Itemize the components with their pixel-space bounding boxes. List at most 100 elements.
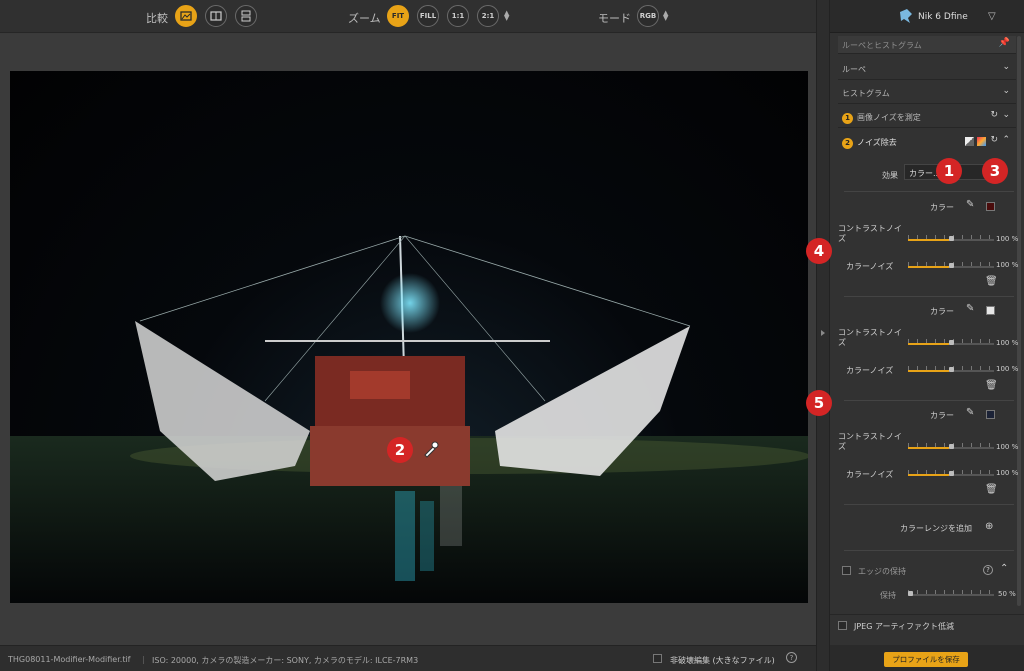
expand-arrow-icon[interactable]: [821, 330, 825, 336]
help-icon[interactable]: ?: [983, 565, 993, 575]
mode-select[interactable]: RGB: [637, 5, 659, 27]
single-view-icon: [180, 11, 192, 21]
color-noise-slider-fill: [908, 266, 950, 268]
zoom-stepper-icon[interactable]: ▲ ▼: [504, 10, 509, 22]
mode-stepper-icon[interactable]: ▲ ▼: [663, 10, 668, 22]
exif-info: ISO: 20000, カメラの製造メーカー: SONY, カメラのモデル: I…: [152, 656, 419, 665]
chevron-down-icon[interactable]: ⌄: [1002, 62, 1010, 72]
color-noise-slider-knob[interactable]: [949, 263, 955, 268]
annotation-badge-1: 1: [936, 158, 962, 184]
preserve-value: 50 %: [998, 590, 1016, 598]
color-method-icon[interactable]: [977, 137, 986, 146]
panel-scrollbar[interactable]: [1017, 36, 1021, 606]
chevron-up-icon[interactable]: ⌃: [1002, 135, 1010, 145]
chevron-down-icon[interactable]: ⌄: [1002, 110, 1010, 120]
contrast-noise-slider[interactable]: [908, 339, 994, 345]
loupe-section[interactable]: ルーペ ⌄: [838, 56, 1016, 80]
reduce-noise-section[interactable]: 2 ノイズ除去 ↻ ⌃: [838, 129, 1016, 153]
reduce-noise-label: ノイズ除去: [857, 138, 897, 147]
color-noise-slider-knob[interactable]: [949, 471, 955, 476]
color-noise-slider[interactable]: [908, 366, 994, 372]
contrast-noise-value: 100 %: [996, 235, 1019, 243]
chevron-up-icon[interactable]: ⌃: [1000, 563, 1008, 574]
slider-ticks: [908, 590, 994, 594]
photo-preview[interactable]: [10, 71, 808, 603]
range-color-swatch[interactable]: [986, 306, 995, 315]
contrast-noise-slider[interactable]: [908, 443, 994, 449]
zoom-2to1-button[interactable]: 2:1: [477, 5, 499, 27]
preserve-slider[interactable]: [908, 590, 994, 596]
histogram-section[interactable]: ヒストグラム ⌄: [838, 80, 1016, 104]
contrast-noise-slider-knob[interactable]: [949, 340, 955, 345]
fishing-boat-photo: [10, 235, 808, 603]
annotation-badge-4: 4: [806, 238, 832, 264]
save-profile-button[interactable]: プロファイルを保存: [884, 652, 968, 667]
mask-icon[interactable]: [965, 137, 974, 146]
reset-icon[interactable]: ↻: [990, 135, 998, 145]
histogram-label: ヒストグラム: [842, 89, 890, 98]
panel-footer: プロファイルを保存: [830, 645, 1024, 671]
preserve-label: 保持: [880, 591, 896, 600]
contrast-noise-value: 100 %: [996, 339, 1019, 347]
color-noise-slider-knob[interactable]: [949, 367, 955, 372]
annotation-badge-5: 5: [806, 390, 832, 416]
reset-icon[interactable]: ↻: [990, 110, 998, 120]
compare-single-view-button[interactable]: [175, 5, 197, 27]
color-noise-value: 100 %: [996, 469, 1019, 477]
add-range-plus-icon[interactable]: ⊕: [985, 521, 993, 532]
contrast-noise-slider-knob[interactable]: [949, 444, 955, 449]
zoom-fit-button[interactable]: FIT: [387, 5, 409, 27]
divider: [844, 550, 1014, 551]
range-color-label: カラー: [930, 307, 954, 316]
panel-collapse-strip[interactable]: [816, 0, 830, 671]
range-color-swatch[interactable]: [986, 410, 995, 419]
trash-icon[interactable]: 🗑: [985, 380, 998, 391]
divider: [844, 296, 1014, 297]
dfine-logo-icon: [900, 9, 912, 23]
jpeg-artifact-label: JPEG アーティファクト低減: [854, 622, 955, 631]
add-range-label: カラーレンジを追加: [900, 524, 972, 533]
compare-side-by-side-button[interactable]: [235, 5, 257, 27]
contrast-noise-slider-fill: [908, 343, 950, 345]
zoom-1to1-button[interactable]: 1:1: [447, 5, 469, 27]
zoom-fill-button[interactable]: FILL: [417, 5, 439, 27]
trash-icon[interactable]: 🗑: [985, 484, 998, 495]
eyedropper-icon[interactable]: ✎: [966, 407, 974, 418]
color-noise-label: カラーノイズ: [846, 366, 894, 375]
preserve-slider-knob[interactable]: [908, 591, 913, 596]
chevron-down-icon[interactable]: ⌄: [1002, 86, 1010, 96]
color-noise-value: 100 %: [996, 261, 1019, 269]
pin-icon[interactable]: 📌: [999, 38, 1010, 48]
step-badge-1: 1: [842, 113, 853, 124]
color-noise-slider-fill: [908, 370, 950, 372]
help-icon[interactable]: ?: [786, 652, 797, 663]
jpeg-artifact-checkbox[interactable]: [838, 621, 847, 630]
color-noise-slider[interactable]: [908, 262, 994, 268]
range-color-swatch[interactable]: [986, 202, 995, 211]
trash-icon[interactable]: 🗑: [985, 276, 998, 287]
step-badge-2: 2: [842, 138, 853, 149]
contrast-noise-slider[interactable]: [908, 235, 994, 241]
color-noise-label: カラーノイズ: [846, 470, 894, 479]
effect-label: 効果: [882, 171, 898, 180]
annotation-badge-3: 3: [982, 158, 1008, 184]
loupe-label: ルーペ: [842, 65, 866, 74]
image-canvas[interactable]: 2: [0, 34, 816, 645]
status-bar: THG08011-Modifier-Modifier.tif | ISO: 20…: [0, 645, 816, 671]
loupe-histogram-header[interactable]: ルーペとヒストグラム 📌: [838, 36, 1016, 54]
nondestructive-checkbox[interactable]: [653, 654, 662, 663]
side-by-side-icon: [241, 10, 251, 22]
contrast-noise-slider-knob[interactable]: [949, 236, 955, 241]
edge-preserve-label: エッジの保持: [858, 567, 906, 576]
color-noise-slider-fill: [908, 474, 950, 476]
edge-preserve-checkbox[interactable]: [842, 566, 851, 575]
color-noise-slider[interactable]: [908, 470, 994, 476]
product-menu-chevron-icon[interactable]: ▽: [988, 11, 996, 22]
eyedropper-icon[interactable]: ✎: [966, 303, 974, 314]
eyedropper-icon[interactable]: ✎: [966, 199, 974, 210]
measure-noise-section[interactable]: 1 画像ノイズを測定 ↻ ⌄: [838, 104, 1016, 128]
contrast-noise-label: コントラストノイズ: [838, 328, 902, 347]
top-toolbar: 比較 ズーム FIT FILL 1:1 2:1 ▲ ▼ モード RGB ▲ ▼: [0, 0, 816, 33]
compare-split-view-button[interactable]: [205, 5, 227, 27]
panel-header: Nik 6 Dfine ▽: [830, 0, 1024, 33]
